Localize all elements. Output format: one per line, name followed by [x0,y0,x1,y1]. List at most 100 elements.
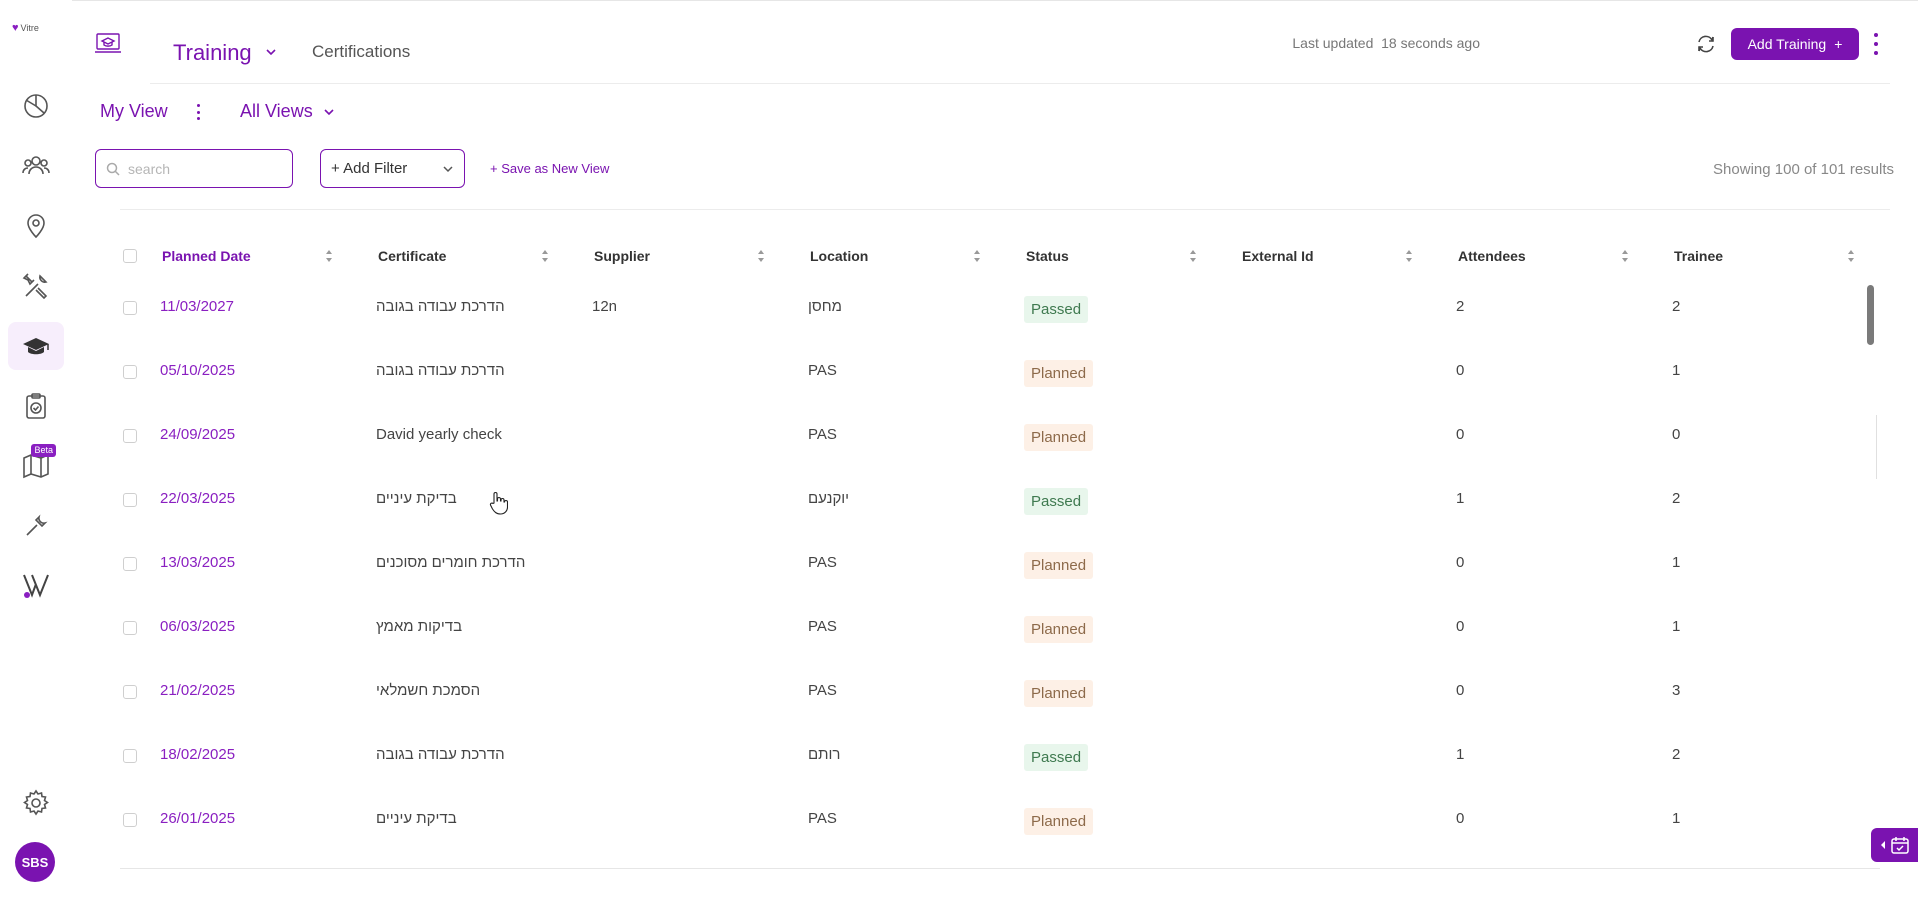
cell-trainee: 0 [1672,426,1681,443]
last-updated-value: 18 seconds ago [1381,35,1480,51]
search-field[interactable] [95,149,293,188]
cell-trainee: 2 [1672,490,1681,507]
add-filter-button[interactable]: + Add Filter [320,149,465,188]
table-row[interactable]: 06/03/2025 בדיקות מאמץ PAS Planned 0 1 [120,596,1880,660]
row-checkbox[interactable] [123,749,137,763]
calendar-panel-toggle[interactable] [1871,828,1918,862]
table-bottom-divider [120,868,1880,869]
table-row[interactable]: 13/03/2025 הדרכת חומרים מסוכנים PAS Planned… [120,532,1880,596]
table-row[interactable]: 21/02/2025 הסמכת חשמלאי PAS Planned 0 3 [120,660,1880,724]
column-header-planned-date[interactable]: Planned Date [162,248,251,264]
cell-certificate: בדיקת עיניים [376,490,457,507]
sidebar-item-tools[interactable] [8,262,64,310]
beta-badge: Beta [31,444,56,457]
cell-attendees: 1 [1456,746,1465,763]
cell-certificate: הדרכת עבודה בגובה [376,298,505,315]
status-badge: Passed [1024,744,1089,771]
page-title[interactable]: Training [173,40,252,66]
sidebar-item-settings[interactable] [8,779,64,827]
cell-planned-date[interactable]: 05/10/2025 [160,362,235,379]
chevron-down-icon[interactable] [323,107,335,117]
chevron-down-icon [443,165,453,172]
search-input[interactable] [126,159,280,178]
sidebar-item-brand[interactable] [8,561,64,609]
sort-icon[interactable] [757,249,765,263]
cell-planned-date[interactable]: 13/03/2025 [160,554,235,571]
table-scrollbar[interactable] [1867,285,1874,345]
row-checkbox[interactable] [123,493,137,507]
column-header-location[interactable]: Location [810,248,868,264]
clipboard-check-icon [26,393,46,419]
row-checkbox[interactable] [123,365,137,379]
row-checkbox[interactable] [123,813,137,827]
column-header-status[interactable]: Status [1026,248,1069,264]
results-count: Showing 100 of 101 results [1713,161,1894,178]
table-header-row: Planned Date Certificate Supplier Locati… [120,236,1880,276]
cell-planned-date[interactable]: 22/03/2025 [160,490,235,507]
add-training-button[interactable]: Add Training + [1731,28,1859,60]
tab-certifications[interactable]: Certifications [312,42,410,62]
row-checkbox[interactable] [123,301,137,315]
cell-planned-date[interactable]: 06/03/2025 [160,618,235,635]
table-row[interactable]: 24/09/2025 David yearly check PAS Planned 0 0 [120,404,1880,468]
cell-planned-date[interactable]: 24/09/2025 [160,426,235,443]
sidebar-item-dashboard[interactable] [8,82,64,130]
sidebar-item-map[interactable]: Beta [8,442,64,490]
row-checkbox[interactable] [123,429,137,443]
sort-icon[interactable] [1189,249,1197,263]
sort-icon[interactable] [541,249,549,263]
table-row[interactable]: 11/03/2027 הדרכת עבודה בגובה 12n מחסן Passed… [120,276,1880,340]
sort-icon[interactable] [1621,249,1629,263]
cell-trainee: 1 [1672,362,1681,379]
all-views-dropdown[interactable]: All Views [240,101,313,122]
sidebar: ♥ Vitre Beta SBS [0,0,72,902]
column-header-certificate[interactable]: Certificate [378,248,446,264]
more-options-icon[interactable] [1869,33,1883,55]
my-view-tab[interactable]: My View [100,101,168,122]
sort-icon[interactable] [325,249,333,263]
chevron-down-icon[interactable] [265,46,277,58]
sidebar-item-training[interactable] [8,322,64,370]
sort-icon[interactable] [1405,249,1413,263]
wrench-icon [26,514,48,536]
table-row[interactable]: 18/02/2025 הדרכת עבודה בגובה רותם Passed 1 2 [120,724,1880,788]
sidebar-item-maintenance[interactable] [8,502,64,550]
sort-icon[interactable] [1847,249,1855,263]
dashboard-icon [24,94,48,118]
sidebar-item-locations[interactable] [8,201,64,249]
cell-location: PAS [808,554,837,571]
column-header-attendees[interactable]: Attendees [1458,248,1526,264]
save-as-new-view-link[interactable]: + Save as New View [490,161,609,176]
cell-attendees: 2 [1456,298,1465,315]
refresh-icon[interactable] [1695,33,1717,55]
graduation-cap-icon [23,338,49,355]
logo-mark-icon: ♥ [12,22,19,34]
user-avatar[interactable]: SBS [15,842,55,882]
cell-planned-date[interactable]: 11/03/2027 [160,298,234,315]
table-row[interactable]: 22/03/2025 בדיקת עיניים יוקנעם Passed 1 2 [120,468,1880,532]
cell-trainee: 1 [1672,810,1681,827]
table-row[interactable]: 26/01/2025 בדיקת עיניים PAS Planned 0 1 [120,788,1880,852]
app-logo[interactable]: ♥ Vitre [12,22,39,34]
sidebar-item-inspections[interactable] [8,382,64,430]
select-all-checkbox[interactable] [123,249,137,263]
sort-icon[interactable] [973,249,981,263]
location-pin-icon [27,214,45,239]
cell-planned-date[interactable]: 26/01/2025 [160,810,235,827]
view-options-icon[interactable] [194,104,202,120]
column-header-external-id[interactable]: External Id [1242,248,1314,264]
cell-attendees: 0 [1456,426,1465,443]
column-header-trainee[interactable]: Trainee [1674,248,1723,264]
row-checkbox[interactable] [123,621,137,635]
row-checkbox[interactable] [123,685,137,699]
table-row[interactable]: 05/10/2025 הדרכת עבודה בגובה PAS Planned 0 1 [120,340,1880,404]
cell-planned-date[interactable]: 18/02/2025 [160,746,235,763]
cell-location: PAS [808,618,837,635]
row-checkbox[interactable] [123,557,137,571]
status-badge: Planned [1024,424,1094,451]
sidebar-item-users[interactable] [8,141,64,189]
status-badge: Planned [1024,808,1094,835]
table-body: 11/03/2027 הדרכת עבודה בגובה 12n מחסן Passed… [120,276,1880,852]
column-header-supplier[interactable]: Supplier [594,248,650,264]
cell-planned-date[interactable]: 21/02/2025 [160,682,235,699]
